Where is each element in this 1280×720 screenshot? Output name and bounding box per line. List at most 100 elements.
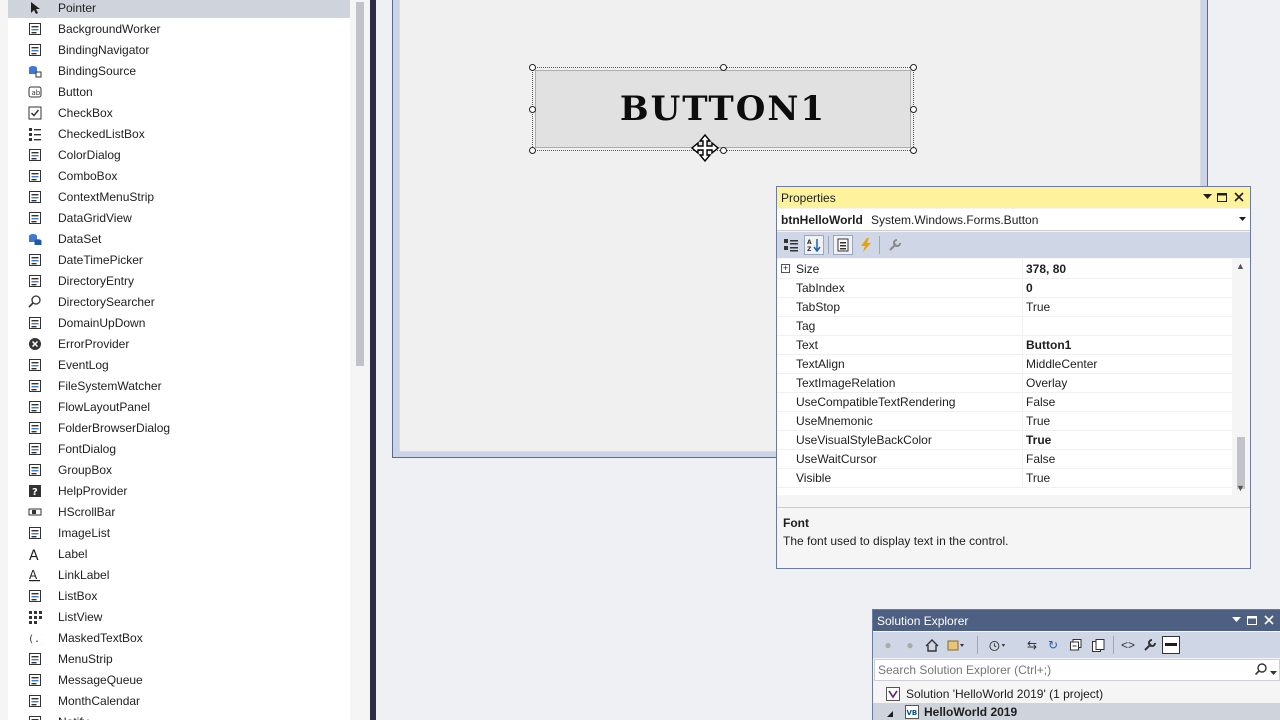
pending-changes-filter-icon[interactable] [989, 636, 1007, 654]
switch-views-icon[interactable] [947, 636, 965, 654]
button-control[interactable]: Button1 [535, 70, 911, 148]
toolbox-item-fontdialog[interactable]: FontDialog [8, 438, 350, 459]
solution-search-input[interactable] [878, 662, 1248, 678]
scroll-down-icon[interactable]: ▼ [1236, 483, 1245, 493]
toolbox-item-backgroundworker[interactable]: BackgroundWorker [8, 18, 350, 39]
property-value[interactable]: True [1026, 300, 1050, 314]
maximize-icon[interactable] [1215, 190, 1229, 204]
toolbox-item-groupbox[interactable]: GroupBox [8, 459, 350, 480]
property-row-usecompatibletextrendering[interactable]: UseCompatibleTextRendering False [777, 393, 1232, 412]
toolbox-item-menustrip[interactable]: MenuStrip [8, 648, 350, 669]
properties-wrench-icon[interactable] [1141, 636, 1159, 654]
property-row-size[interactable]: + Size 378, 80 [777, 260, 1232, 279]
home-icon[interactable] [923, 636, 941, 654]
resize-handle-bottom-left[interactable] [529, 147, 536, 154]
view-code-icon[interactable]: <> [1119, 636, 1137, 654]
property-value[interactable]: True [1026, 433, 1051, 447]
back-icon[interactable]: ● [879, 636, 897, 654]
property-grid-scrollbar[interactable]: ▲ ▼ [1232, 259, 1250, 495]
property-column-divider[interactable] [1022, 374, 1023, 393]
window-position-dropdown-icon[interactable] [1200, 190, 1214, 204]
property-grid-scroll-thumb[interactable] [1237, 437, 1245, 489]
close-icon[interactable] [1262, 613, 1276, 627]
toolbox-item-datagridview[interactable]: DataGridView [8, 207, 350, 228]
property-column-divider[interactable] [1022, 412, 1023, 431]
toolbox-item-label[interactable]: A Label [8, 543, 350, 564]
toolbox-item-errorprovider[interactable]: ErrorProvider [8, 333, 350, 354]
toolbox-item-colordialog[interactable]: ColorDialog [8, 144, 350, 165]
forward-icon[interactable]: ● [901, 636, 919, 654]
sync-with-active-document-icon[interactable]: ⇆ [1023, 636, 1041, 654]
property-column-divider[interactable] [1022, 393, 1023, 412]
toolbox-item-bindingnavigator[interactable]: BindingNavigator [8, 39, 350, 60]
toolbox-item-monthcalendar[interactable]: MonthCalendar [8, 690, 350, 711]
properties-view-icon[interactable] [833, 235, 853, 255]
property-column-divider[interactable] [1022, 355, 1023, 374]
toolbox-item-folderbrowserdialog[interactable]: FolderBrowserDialog [8, 417, 350, 438]
maximize-icon[interactable] [1245, 613, 1259, 627]
property-value[interactable]: True [1026, 471, 1050, 485]
toolbox-item-directoryentry[interactable]: DirectoryEntry [8, 270, 350, 291]
expand-plus-icon[interactable]: + [781, 264, 790, 273]
toolbox-scrollbar[interactable] [350, 0, 370, 720]
close-icon[interactable] [1232, 190, 1246, 204]
toolbox-item-eventlog[interactable]: EventLog [8, 354, 350, 375]
property-column-divider[interactable] [1022, 450, 1023, 469]
search-icon[interactable] [1254, 663, 1267, 678]
object-selector[interactable]: btnHelloWorld System.Windows.Forms.Butto… [777, 209, 1250, 231]
properties-title-bar[interactable]: Properties [777, 187, 1250, 208]
show-all-files-icon[interactable] [1089, 636, 1107, 654]
property-value[interactable]: 0 [1026, 281, 1033, 295]
toolbox-item-button[interactable]: ab Button [8, 81, 350, 102]
preview-selected-items-icon[interactable] [1162, 636, 1180, 654]
tree-item-solution[interactable]: Solution 'HelloWorld 2019' (1 project) [873, 685, 1280, 703]
resize-handle-top[interactable] [720, 64, 727, 71]
property-value[interactable]: True [1026, 414, 1050, 428]
scroll-up-icon[interactable]: ▲ [1236, 261, 1245, 271]
solution-search-box[interactable] [874, 659, 1280, 681]
toolbox-item-pointer[interactable]: Pointer [8, 0, 350, 18]
property-column-divider[interactable] [1022, 279, 1023, 298]
property-row-textalign[interactable]: TextAlign MiddleCenter [777, 355, 1232, 374]
resize-handle-bottom-right[interactable] [910, 147, 917, 154]
events-lightning-icon[interactable] [856, 235, 876, 255]
property-value[interactable]: False [1026, 395, 1055, 409]
property-pages-wrench-icon[interactable] [885, 235, 905, 255]
toolbox-item-listbox[interactable]: ListBox [8, 585, 350, 606]
toolbox-item-hscrollbar[interactable]: HScrollBar [8, 501, 350, 522]
resize-handle-bottom[interactable] [720, 147, 727, 154]
property-column-divider[interactable] [1022, 260, 1023, 279]
property-row-usewaitcursor[interactable]: UseWaitCursor False [777, 450, 1232, 469]
toolbox-scroll-thumb[interactable] [356, 2, 364, 366]
object-dropdown-icon[interactable] [1239, 215, 1246, 224]
property-row-tabindex[interactable]: TabIndex 0 [777, 279, 1232, 298]
toolbox-item-imagelist[interactable]: ImageList [8, 522, 350, 543]
property-column-divider[interactable] [1022, 431, 1023, 450]
toolbox-item-contextmenustrip[interactable]: ContextMenuStrip [8, 186, 350, 207]
toolbox-item-linklabel[interactable]: A LinkLabel [8, 564, 350, 585]
property-row-textimagerelation[interactable]: TextImageRelation Overlay [777, 374, 1232, 393]
property-value[interactable]: Overlay [1026, 376, 1067, 390]
property-row-tabstop[interactable]: TabStop True [777, 298, 1232, 317]
tree-item-project[interactable]: VB HelloWorld 2019 [873, 703, 1280, 720]
solution-explorer-title-bar[interactable]: Solution Explorer [873, 610, 1280, 631]
toolbox-item-helpprovider[interactable]: ? HelpProvider [8, 480, 350, 501]
toolbox-item-listview[interactable]: ListView [8, 606, 350, 627]
collapse-all-icon[interactable] [1067, 636, 1085, 654]
toolbox-item-checkbox[interactable]: CheckBox [8, 102, 350, 123]
property-column-divider[interactable] [1022, 298, 1023, 317]
resize-handle-left[interactable] [529, 106, 536, 113]
toolbox-item-checkedlistbox[interactable]: CheckedListBox [8, 123, 350, 144]
toolbox-item-maskedtextbox[interactable]: (.) MaskedTextBox [8, 627, 350, 648]
property-row-tag[interactable]: Tag [777, 317, 1232, 336]
categorized-icon[interactable] [781, 235, 801, 255]
toolbox-item-filesystemwatcher[interactable]: FileSystemWatcher [8, 375, 350, 396]
property-column-divider[interactable] [1022, 336, 1023, 355]
expanded-arrow-icon[interactable] [886, 707, 894, 720]
toolbox-item-directorysearcher[interactable]: DirectorySearcher [8, 291, 350, 312]
toolbox-item-dataset[interactable]: DataSet [8, 228, 350, 249]
property-row-usemnemonic[interactable]: UseMnemonic True [777, 412, 1232, 431]
toolbox-item-bindingsource[interactable]: BindingSource [8, 60, 350, 81]
property-value[interactable]: 378, 80 [1026, 262, 1066, 276]
refresh-icon[interactable]: ↻ [1044, 636, 1062, 654]
